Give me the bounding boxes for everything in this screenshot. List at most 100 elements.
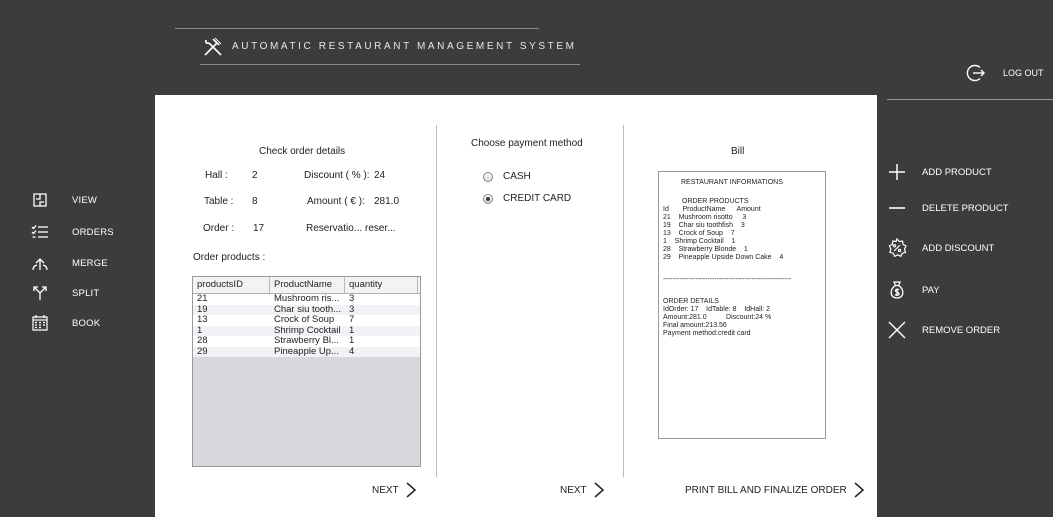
bill-title: Bill — [731, 146, 745, 157]
bill-details-line: Amount:281.0 Discount:24 % — [663, 314, 772, 321]
delete-product-button[interactable]: DELETE PRODUCT — [886, 196, 1009, 220]
nav-item-book[interactable]: BOOK — [30, 313, 100, 333]
nav-item-merge[interactable]: MERGE — [30, 253, 108, 273]
hall-value: 2 — [252, 170, 258, 181]
table-row[interactable]: 29 Pineapple Up... 4 — [193, 346, 420, 357]
table-cell: 21 — [197, 294, 208, 304]
table-row[interactable]: 21 Mushroom ris... 3 — [193, 294, 420, 305]
logout-label: LOG OUT — [1003, 68, 1044, 78]
details-title: Check order details — [259, 146, 346, 157]
action-label: ADD DISCOUNT — [922, 242, 995, 254]
nav-item-label: ORDERS — [72, 226, 114, 238]
table-cell: 1 — [349, 336, 355, 346]
order-label: Order : — [203, 223, 235, 234]
add-product-button[interactable]: ADD PRODUCT — [886, 160, 992, 184]
column-header[interactable]: quantity — [345, 277, 418, 293]
bill-line: 28 Strawberry Blonde 1 — [663, 246, 748, 253]
divider — [623, 125, 624, 477]
bill-line: 1 Shrimp Cocktail 1 — [663, 238, 736, 245]
remove-order-button[interactable]: REMOVE ORDER — [886, 318, 1000, 342]
amount-value: 281.0 — [374, 196, 400, 207]
amount-label: Amount ( € ): — [307, 196, 365, 207]
order-products-label: Order products : — [193, 252, 266, 263]
nav-item-orders[interactable]: ORDERS — [30, 222, 114, 242]
nav-item-view[interactable]: VIEW — [30, 190, 97, 210]
table-row[interactable]: 13 Crock of Soup 7 — [193, 315, 420, 326]
nav-item-label: SPLIT — [72, 287, 100, 299]
table-row[interactable]: 1 Shrimp Cocktail 1 — [193, 325, 420, 336]
calendar-icon — [30, 313, 50, 333]
credit-card-label[interactable]: CREDIT CARD — [503, 193, 571, 204]
logout-icon — [966, 63, 986, 83]
hall-label: Hall : — [205, 170, 228, 181]
column-header[interactable]: ProductName — [270, 277, 345, 293]
action-label: DELETE PRODUCT — [922, 202, 1009, 214]
payment-title: Choose payment method — [471, 138, 583, 149]
discount-value: 24 — [374, 170, 386, 181]
minus-icon — [886, 197, 908, 219]
table-label: Table : — [204, 196, 234, 207]
bill-line: 29 Pineapple Upside Down Cake 4 — [663, 254, 784, 261]
table-cell: Char siu tooth... — [274, 304, 342, 315]
nav-item-label: VIEW — [72, 194, 98, 206]
bill-heading: RESTAURANT INFORMATIONS — [681, 179, 783, 186]
header-top-line — [175, 28, 539, 29]
merge-icon — [30, 253, 50, 273]
order-value: 17 — [253, 223, 265, 234]
app-title: AUTOMATIC RESTAURANT MANAGEMENT SYSTEM — [232, 41, 577, 52]
table-cell: 19 — [197, 304, 208, 315]
action-label: PAY — [922, 284, 940, 296]
credit-card-radio[interactable] — [483, 194, 493, 204]
close-icon — [886, 319, 908, 341]
chevron-right-icon — [406, 482, 416, 498]
action-label: ADD PRODUCT — [922, 166, 992, 178]
table-cell: 28 — [197, 336, 208, 346]
reservation-label: Reservatio... — [306, 223, 363, 234]
table-cell: 1 — [349, 325, 355, 336]
split-icon — [30, 283, 50, 303]
discount-icon — [886, 237, 908, 259]
payment-next-button[interactable]: NEXT — [560, 481, 605, 499]
table-cell: Shrimp Cocktail — [274, 325, 341, 336]
bill-details-heading: ORDER DETAILS — [663, 298, 719, 305]
logout-underline — [887, 99, 1053, 100]
table-row[interactable]: 28 Strawberry Bl... 1 — [193, 336, 420, 347]
pay-button[interactable]: PAY — [886, 278, 940, 302]
table-row[interactable]: 19 Char siu tooth... 3 — [193, 304, 420, 315]
plus-icon — [886, 161, 908, 183]
table-header: productsID ProductName quantity — [193, 277, 420, 294]
header-bottom-line — [200, 64, 580, 65]
table-cell: 3 — [349, 304, 355, 315]
bill-details-line: IdOrder: 17 IdTable: 8 IdHall: 2 — [663, 306, 770, 313]
cash-radio[interactable] — [483, 172, 493, 182]
nav-item-label: MERGE — [72, 257, 108, 269]
list-icon — [30, 222, 50, 242]
finalize-order-button[interactable]: PRINT BILL AND FINALIZE ORDER — [685, 481, 865, 499]
table-cell: 4 — [349, 346, 355, 357]
discount-label: Discount ( % ): — [304, 170, 370, 181]
chevron-right-icon — [594, 482, 604, 498]
column-header[interactable]: productsID — [193, 277, 270, 293]
table-cell: 13 — [197, 315, 208, 325]
order-products-table[interactable]: productsID ProductName quantity 21 Mushr… — [192, 276, 421, 467]
bill-line: 21 Mushroom risotto 3 — [663, 214, 747, 221]
bill-preview: RESTAURANT INFORMATIONS ORDER PRODUCTS I… — [658, 171, 826, 439]
action-label: REMOVE ORDER — [922, 324, 1001, 336]
table-cell: 3 — [349, 294, 355, 304]
table-cell: 1 — [197, 325, 203, 336]
nav-item-label: BOOK — [72, 317, 101, 329]
table-value: 8 — [252, 196, 258, 207]
view-icon — [30, 190, 50, 210]
divider — [436, 125, 437, 477]
logout-button[interactable]: LOG OUT — [966, 63, 1044, 83]
details-next-button[interactable]: NEXT — [372, 481, 417, 499]
table-cell: 7 — [349, 315, 355, 325]
bill-line: 13 Crock of Soup 7 — [663, 230, 735, 237]
add-discount-button[interactable]: ADD DISCOUNT — [886, 236, 994, 260]
bill-separator: ----------------------------------------… — [663, 276, 792, 283]
restaurant-logo-icon — [203, 37, 223, 60]
table-cell: Crock of Soup — [274, 315, 335, 325]
bill-line: 19 Char siu toothfish 3 — [663, 222, 745, 229]
nav-item-split[interactable]: SPLIT — [30, 283, 99, 303]
cash-label[interactable]: CASH — [503, 171, 531, 182]
